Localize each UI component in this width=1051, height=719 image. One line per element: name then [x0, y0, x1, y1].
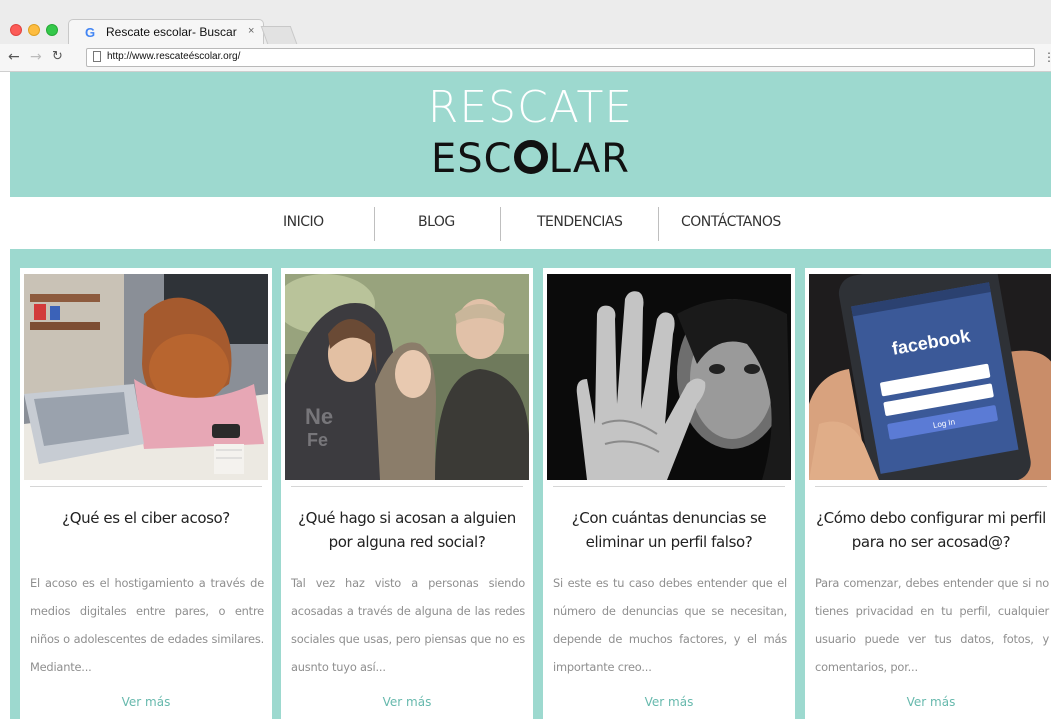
card-excerpt: Si este es tu caso debes entender que el… — [553, 576, 787, 674]
svg-text:Fe: Fe — [307, 430, 328, 450]
stop-hand-photo[interactable] — [547, 274, 791, 480]
menu-dots-icon[interactable]: ⋮ — [1043, 51, 1051, 63]
maximize-window-button[interactable] — [46, 24, 58, 36]
girl-with-laptop-photo[interactable] — [24, 274, 268, 480]
tab-close-icon[interactable]: × — [248, 25, 254, 37]
article-card: facebook Log In ¿Cómo debo configurar mi… — [805, 268, 1051, 719]
back-arrow-icon[interactable]: ← — [8, 49, 20, 65]
google-favicon-icon: G — [85, 25, 96, 40]
nav-divider — [500, 207, 501, 241]
forward-arrow-icon[interactable]: → — [30, 49, 42, 65]
nav-item-contactanos[interactable]: CONTÁCTANOS — [681, 214, 781, 230]
read-more-link[interactable]: Ver más — [281, 695, 533, 709]
close-window-button[interactable] — [10, 24, 22, 36]
browser-toolbar: ← → ↻ http://www.rescateéscolar.org/ ⋮ — [0, 44, 1051, 72]
card-title[interactable]: ¿Qué hago si acosan a alguien por alguna… — [289, 506, 525, 554]
new-tab-button[interactable] — [260, 26, 298, 44]
site-header: RESCATE ESC LAR — [10, 72, 1051, 197]
logo-escolar-end: LAR — [548, 136, 630, 182]
card-excerpt: El acoso es el hostigamiento a través de… — [30, 576, 264, 674]
svg-text:Ne: Ne — [305, 404, 333, 429]
web-page: RESCATE ESC LAR INICIO BLOG TENDENCIAS CO… — [10, 72, 1051, 719]
address-bar[interactable]: http://www.rescateéscolar.org/ — [86, 48, 1035, 67]
card-divider — [30, 486, 262, 487]
nav-item-blog[interactable]: BLOG — [418, 214, 455, 230]
nav-divider — [658, 207, 659, 241]
read-more-link[interactable]: Ver más — [805, 695, 1051, 709]
article-card: ¿Qué es el ciber acoso? El acoso es el h… — [20, 268, 272, 719]
lifebuoy-icon — [513, 140, 548, 174]
card-title[interactable]: ¿Qué es el ciber acoso? — [28, 506, 264, 530]
card-divider — [815, 486, 1047, 487]
page-icon — [93, 51, 101, 62]
article-card: Ne Fe ¿Qué hago si acosan a alguien por … — [281, 268, 533, 719]
card-title[interactable]: ¿Con cuántas denuncias se eliminar un pe… — [551, 506, 787, 554]
main-nav: INICIO BLOG TENDENCIAS CONTÁCTANOS — [10, 197, 1051, 249]
logo-escolar-start: ESC — [431, 136, 513, 182]
read-more-link[interactable]: Ver más — [543, 695, 795, 709]
card-excerpt: Para comenzar, debes entender que si no … — [815, 576, 1049, 674]
card-divider — [291, 486, 523, 487]
facebook-phone-photo[interactable]: facebook Log In — [809, 274, 1051, 480]
nav-item-inicio[interactable]: INICIO — [283, 214, 324, 230]
nav-item-tendencias[interactable]: TENDENCIAS — [537, 214, 623, 230]
url-text: http://www.rescateéscolar.org/ — [107, 51, 241, 62]
article-card: ¿Con cuántas denuncias se eliminar un pe… — [543, 268, 795, 719]
logo-rescate[interactable]: RESCATE — [10, 83, 1051, 133]
card-excerpt: Tal vez haz visto a personas siendo acos… — [291, 576, 525, 674]
tab-title: Rescate escolar- Buscar — [106, 25, 237, 39]
reload-icon[interactable]: ↻ — [52, 49, 63, 65]
browser-tab[interactable]: G Rescate escolar- Buscar × — [68, 19, 264, 44]
browser-tab-bar: G Rescate escolar- Buscar × — [0, 0, 1051, 44]
teens-group-photo[interactable]: Ne Fe — [285, 274, 529, 480]
card-divider — [553, 486, 785, 487]
nav-divider — [374, 207, 375, 241]
logo-escolar[interactable]: ESC LAR — [10, 136, 1051, 182]
card-title[interactable]: ¿Cómo debo configurar mi perfil para no … — [813, 506, 1049, 554]
minimize-window-button[interactable] — [28, 24, 40, 36]
read-more-link[interactable]: Ver más — [20, 695, 272, 709]
